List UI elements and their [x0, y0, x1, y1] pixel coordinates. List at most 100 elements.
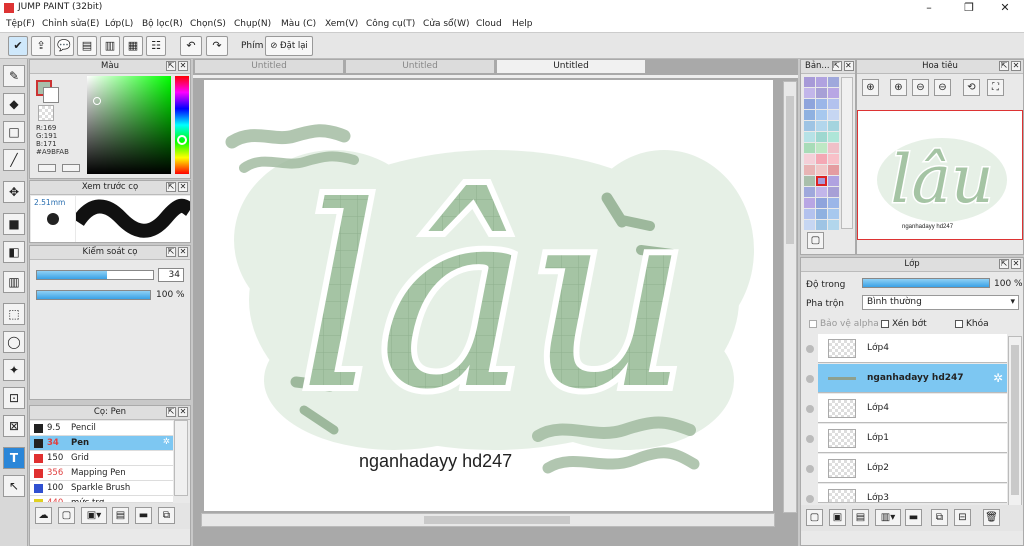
rect-tool-icon[interactable]: □	[3, 121, 25, 143]
select-pen-icon[interactable]: ⊡	[3, 387, 25, 409]
canvas-hscroll[interactable]	[201, 513, 775, 527]
layer-folder-icon[interactable]: ▬	[905, 509, 922, 526]
transparent-swatch[interactable]	[38, 105, 54, 121]
float-icon[interactable]: ⇱	[999, 61, 1009, 71]
hue-cursor[interactable]	[177, 135, 187, 145]
brush-options-icon[interactable]: ▣▾	[81, 507, 107, 524]
menu-color[interactable]: Màu (C)	[281, 19, 316, 29]
palette-swatch[interactable]	[804, 99, 815, 109]
zoom-actual-icon[interactable]: ⊖	[934, 79, 951, 96]
brush-item[interactable]: 150 Grid	[30, 451, 173, 466]
merge-layer-icon[interactable]: ⊟	[954, 509, 971, 526]
close-button[interactable]: ✕	[990, 0, 1020, 16]
artwork-canvas[interactable]: lâu nganhadayy hd247	[204, 80, 773, 511]
palette-scrollbar[interactable]	[841, 77, 853, 229]
palette-swatch[interactable]	[816, 187, 827, 197]
float-icon[interactable]: ⇱	[166, 61, 176, 71]
visibility-icon[interactable]	[806, 375, 814, 383]
menu-view[interactable]: Xem(V)	[325, 19, 358, 29]
brush-file-icon[interactable]: ▤	[112, 507, 129, 524]
redo-icon[interactable]: ↷	[206, 36, 228, 56]
menu-capture[interactable]: Chụp(N)	[234, 19, 271, 29]
close-icon[interactable]: ✕	[178, 247, 188, 257]
export-icon[interactable]: ⇪	[31, 36, 51, 56]
palette-swatch[interactable]	[804, 88, 815, 98]
zoom-in-icon[interactable]: ⊕	[890, 79, 907, 96]
gradient-tool-icon[interactable]: ▥	[3, 271, 25, 293]
layer-item[interactable]: nganhadayy hd247 ✲	[818, 364, 1007, 393]
gear-icon[interactable]: ✲	[163, 437, 170, 447]
brush-copy-icon[interactable]: ⧉	[158, 507, 175, 524]
maximize-button[interactable]: ❐	[954, 0, 984, 16]
saturation-value-picker[interactable]	[87, 76, 171, 174]
palette-swatch[interactable]	[816, 77, 827, 87]
menu-window[interactable]: Cửa sổ(W)	[423, 19, 469, 29]
move-tool-icon[interactable]: ✥	[3, 181, 25, 203]
canvas-hscroll-thumb[interactable]	[424, 516, 570, 524]
brush-item[interactable]: 100 Sparkle Brush	[30, 481, 173, 496]
palette-swatch[interactable]	[804, 198, 815, 208]
menu-filter[interactable]: Bộ lọc(R)	[142, 19, 183, 29]
palette-swatch[interactable]	[816, 88, 827, 98]
menu-layer[interactable]: Lớp(L)	[105, 19, 133, 29]
close-icon[interactable]: ✕	[844, 61, 854, 71]
copy-layer-icon[interactable]: ⧉	[931, 509, 948, 526]
palette-swatch[interactable]	[816, 220, 827, 230]
visibility-icon[interactable]	[806, 435, 814, 443]
picker-cursor[interactable]	[93, 97, 101, 105]
tab-untitled-1[interactable]: Untitled	[194, 59, 344, 74]
lock-checkbox[interactable]: Khóa	[955, 319, 989, 329]
gear-icon[interactable]: ✲	[993, 371, 1003, 385]
palette-swatch[interactable]	[816, 110, 827, 120]
close-icon[interactable]: ✕	[178, 61, 188, 71]
menu-help[interactable]: Help	[512, 19, 533, 29]
line-tool-icon[interactable]: ╱	[3, 149, 25, 171]
palette-swatch[interactable]	[828, 143, 839, 153]
palette-swatch[interactable]	[804, 77, 815, 87]
layer-item[interactable]: Lớp2	[818, 454, 1007, 483]
chat-icon[interactable]: 💬	[54, 36, 74, 56]
new-brush-icon[interactable]: ▢	[58, 507, 75, 524]
palette-swatch[interactable]	[804, 187, 815, 197]
layer-item[interactable]: Lớp4	[818, 394, 1007, 423]
layer-scrollbar[interactable]	[1008, 336, 1022, 506]
visibility-icon[interactable]	[806, 495, 814, 503]
new-layer-icon[interactable]: ▢	[806, 509, 823, 526]
close-icon[interactable]: ✕	[1011, 259, 1021, 269]
palette-swatch[interactable]	[804, 209, 815, 219]
menu-edit[interactable]: Chỉnh sửa(E)	[42, 19, 99, 29]
palette-swatch[interactable]	[828, 198, 839, 208]
magic-wand-icon[interactable]: ✦	[3, 359, 25, 381]
close-icon[interactable]: ✕	[1011, 61, 1021, 71]
navigator-thumbnail[interactable]: lâu nganhadayy hd247	[857, 110, 1023, 240]
canvas-vscroll-thumb[interactable]	[786, 96, 794, 244]
palette-swatch[interactable]	[804, 176, 815, 186]
undo-icon[interactable]: ↶	[180, 36, 202, 56]
list-icon[interactable]: ☷	[146, 36, 166, 56]
menu-file[interactable]: Tệp(F)	[6, 19, 35, 29]
palette-swatch[interactable]	[828, 220, 839, 230]
delete-layer-icon[interactable]: 🗑	[983, 509, 1000, 526]
tab-untitled-2[interactable]: Untitled	[345, 59, 495, 74]
float-icon[interactable]: ⇱	[999, 259, 1009, 269]
palette-swatch[interactable]	[828, 154, 839, 164]
palette-swatch[interactable]	[804, 220, 815, 230]
sub-color-swatch[interactable]	[43, 87, 59, 103]
bucket-tool-icon[interactable]: ◧	[3, 241, 25, 263]
palette-swatch[interactable]	[828, 209, 839, 219]
palette-swatch[interactable]	[804, 121, 815, 131]
check-icon[interactable]: ✔	[8, 36, 28, 56]
alpha-protect-checkbox[interactable]: Bảo vệ alpha	[809, 319, 879, 329]
minimize-button[interactable]: –	[914, 0, 944, 16]
brush-size-slider[interactable]	[36, 270, 154, 280]
page-icon[interactable]: ▥	[100, 36, 120, 56]
menu-cloud[interactable]: Cloud	[476, 19, 502, 29]
fill-rect-tool-icon[interactable]: ■	[3, 213, 25, 235]
layer-options-icon[interactable]: ▥▾	[875, 509, 901, 526]
layer-item[interactable]: Lớp4	[818, 334, 1007, 363]
menu-tools[interactable]: Công cụ(T)	[366, 19, 415, 29]
palette-swatch[interactable]	[804, 154, 815, 164]
fullscreen-icon[interactable]: ⛶	[987, 79, 1004, 96]
palette-swatch[interactable]	[828, 110, 839, 120]
visibility-icon[interactable]	[806, 465, 814, 473]
